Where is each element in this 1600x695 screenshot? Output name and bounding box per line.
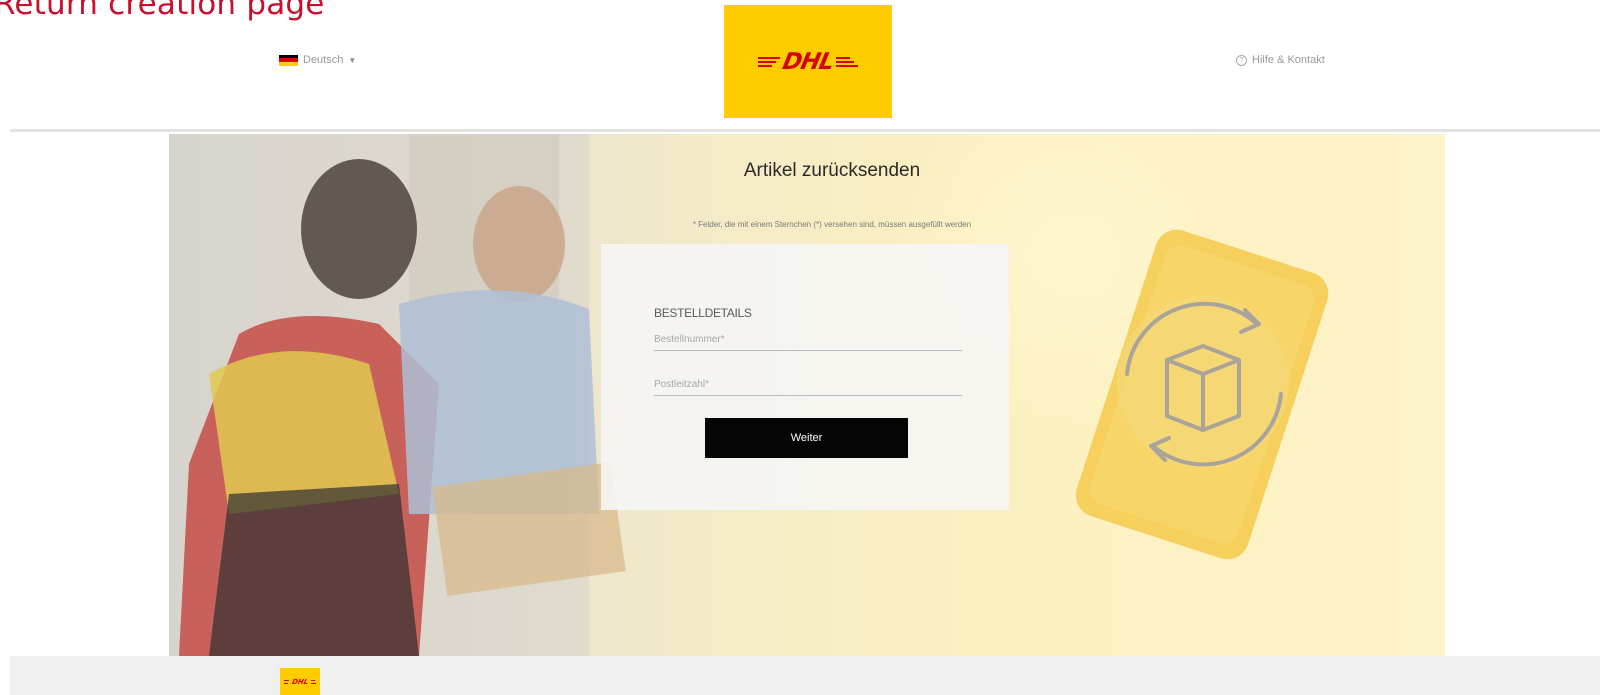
help-contact-label: Hilfe & Kontakt xyxy=(1252,54,1325,66)
footer-dhl-wordmark: DHL xyxy=(283,677,317,686)
header-divider xyxy=(10,129,1600,132)
page-caption: Return creation page xyxy=(0,0,325,22)
help-icon: ? xyxy=(1236,54,1247,66)
form-section-title: BESTELLDETAILS xyxy=(654,306,752,320)
language-label: Deutsch xyxy=(303,54,344,66)
hero-banner: Artikel zurücksenden * Felder, die mit e… xyxy=(169,134,1445,656)
required-fields-note: * Felder, die mit einem Sternchen (*) ve… xyxy=(692,220,972,229)
dhl-wordmark: DHL xyxy=(758,49,858,75)
chevron-down-icon: ▼ xyxy=(348,55,357,65)
footer: DHL xyxy=(10,656,1600,695)
german-flag-icon xyxy=(279,54,298,66)
footer-speed-lines-left xyxy=(283,679,289,684)
order-number-input[interactable] xyxy=(654,328,962,351)
page-title: Artikel zurücksenden xyxy=(743,160,921,181)
dhl-speed-lines-left xyxy=(758,56,780,67)
footer-logo-text: DHL xyxy=(291,677,309,686)
footer-dhl-logo[interactable]: DHL xyxy=(280,668,320,695)
dhl-logo-text: DHL xyxy=(780,48,836,75)
help-contact-link[interactable]: ? Hilfe & Kontakt xyxy=(1236,54,1325,66)
dhl-speed-lines-right xyxy=(836,56,858,67)
continue-button[interactable]: Weiter xyxy=(705,418,908,458)
language-selector[interactable]: Deutsch ▼ xyxy=(279,54,356,66)
dhl-logo[interactable]: DHL xyxy=(724,5,892,118)
order-details-form: BESTELLDETAILS Weiter xyxy=(601,244,1009,510)
box-return-icon xyxy=(1117,296,1289,468)
footer-speed-lines-right xyxy=(311,679,317,684)
postal-code-input[interactable] xyxy=(654,373,962,396)
